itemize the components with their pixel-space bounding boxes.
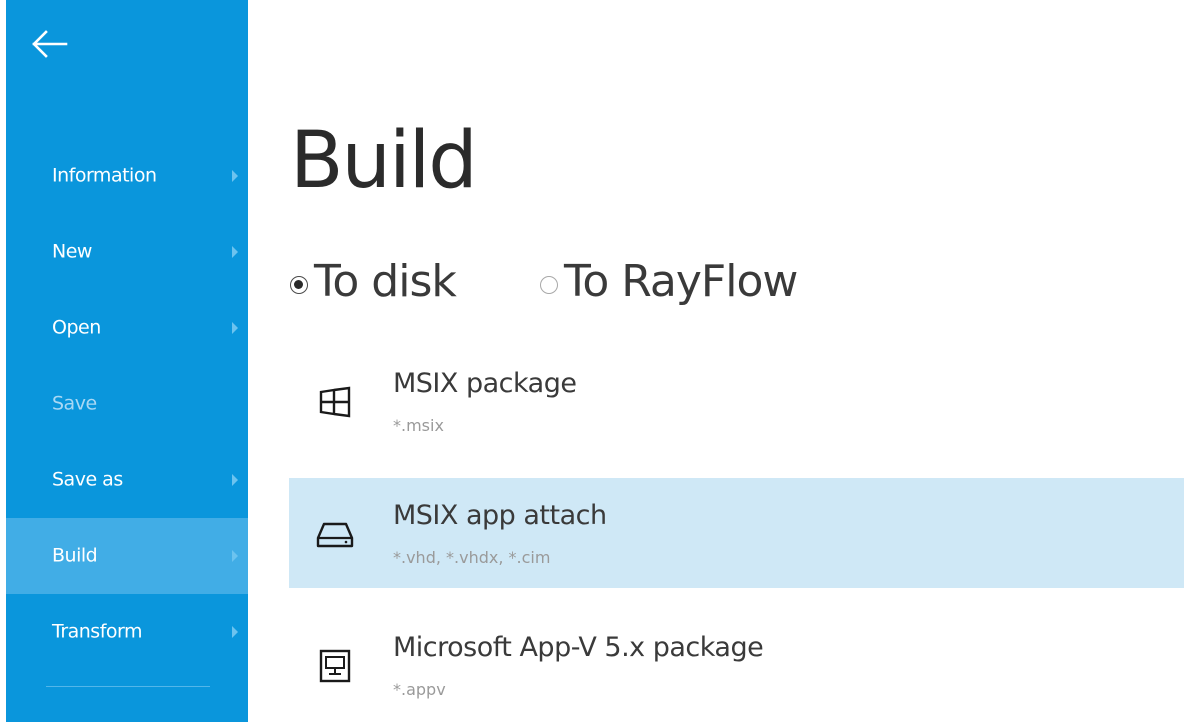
caret-right-icon	[232, 550, 238, 562]
build-backstage: Information New Open Save Save as Build …	[0, 0, 1184, 722]
radio-to-rayflow[interactable]: To RayFlow	[540, 252, 798, 312]
sidebar-item-information[interactable]: Information	[6, 138, 248, 214]
main-panel: Build To disk To RayFlow MSIX package *.…	[248, 0, 1184, 722]
back-button[interactable]	[28, 24, 72, 64]
format-name: Microsoft App-V 5.x package	[393, 632, 764, 663]
sidebar-item-new[interactable]: New	[6, 214, 248, 290]
sidebar-item-build[interactable]: Build	[6, 518, 248, 594]
sidebar-item-label: Save as	[52, 468, 123, 491]
sidebar-item-label: Save	[52, 392, 97, 415]
caret-right-icon	[232, 246, 238, 258]
page-title: Build	[290, 116, 478, 206]
hard-drive-icon	[315, 516, 355, 552]
sidebar-item-label: Transform	[52, 620, 143, 643]
windows-logo-icon	[315, 384, 355, 420]
caret-right-icon	[232, 626, 238, 638]
format-extensions: *.vhd, *.vhdx, *.cim	[393, 548, 551, 567]
sidebar-item-label: Build	[52, 544, 98, 567]
radio-label: To RayFlow	[564, 256, 798, 307]
format-extensions: *.msix	[393, 416, 444, 435]
radio-checked-icon[interactable]	[290, 276, 308, 294]
caret-right-icon	[232, 322, 238, 334]
sidebar-item-save-as[interactable]: Save as	[6, 442, 248, 518]
format-extensions: *.appv	[393, 680, 446, 699]
sidebar-item-open[interactable]: Open	[6, 290, 248, 366]
sidebar: Information New Open Save Save as Build …	[6, 0, 248, 722]
sidebar-divider	[46, 686, 210, 687]
sidebar-item-label: Information	[52, 164, 157, 187]
caret-right-icon	[232, 170, 238, 182]
radio-to-disk[interactable]: To disk	[290, 252, 457, 312]
sidebar-item-label: New	[52, 240, 92, 263]
format-name: MSIX app attach	[393, 500, 607, 531]
format-item-msix-app-attach[interactable]: MSIX app attach *.vhd, *.vhdx, *.cim	[289, 478, 1184, 588]
format-list: MSIX package *.msix MSIX app attach *.vh…	[289, 346, 1184, 722]
arrow-left-icon	[32, 30, 68, 58]
sidebar-item-save: Save	[6, 366, 248, 442]
sidebar-item-transform[interactable]: Transform	[6, 594, 248, 670]
format-item-app-v-package[interactable]: Microsoft App-V 5.x package *.appv	[289, 610, 1184, 720]
sidebar-item-label: Open	[52, 316, 101, 339]
format-item-msix-package[interactable]: MSIX package *.msix	[289, 346, 1184, 456]
virtual-desktop-icon	[315, 648, 355, 684]
caret-right-icon	[232, 474, 238, 486]
radio-unchecked-icon[interactable]	[540, 276, 558, 294]
radio-label: To disk	[314, 256, 457, 307]
format-name: MSIX package	[393, 368, 577, 399]
